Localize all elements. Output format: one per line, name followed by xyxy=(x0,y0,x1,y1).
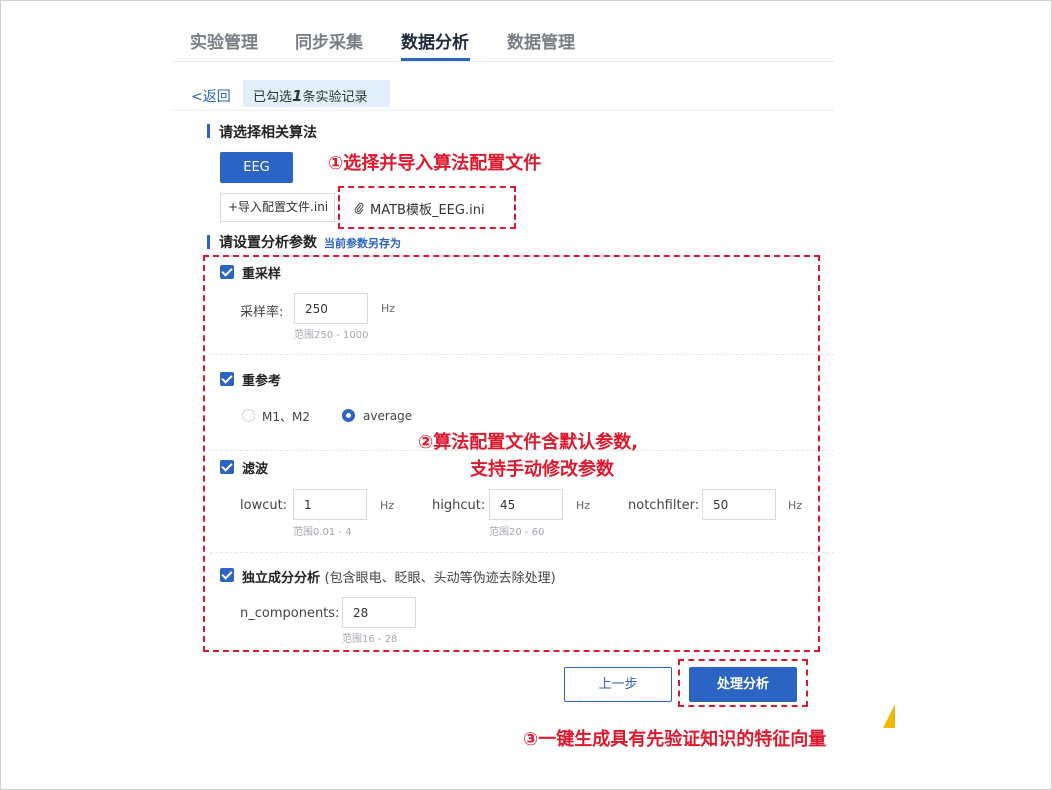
annotation-box-file xyxy=(338,186,516,229)
import-config-button[interactable]: +导入配置文件.ini xyxy=(220,193,335,222)
annotation-step-2-line2: 支持手动修改参数 xyxy=(470,459,614,480)
tabs-divider xyxy=(172,61,834,62)
eeg-algorithm-button[interactable]: EEG xyxy=(220,152,293,183)
annotation-box-process xyxy=(678,659,808,707)
header-divider xyxy=(172,110,834,111)
tab-data-management[interactable]: 数据管理 xyxy=(507,28,575,53)
save-params-link[interactable]: 当前参数另存为 xyxy=(324,235,401,251)
section-marker xyxy=(207,235,210,249)
section-marker xyxy=(207,124,210,138)
previous-step-button[interactable]: 上一步 xyxy=(564,667,672,702)
tab-data-analysis[interactable]: 数据分析 xyxy=(401,28,469,53)
back-link[interactable]: <返回 xyxy=(191,86,231,106)
tab-experiment-management[interactable]: 实验管理 xyxy=(190,28,258,53)
annotation-step-1: ①选择并导入算法配置文件 xyxy=(328,153,542,174)
params-section-title: 请设置分析参数 xyxy=(219,235,317,251)
selection-badge: 已勾选1条实验记录 xyxy=(243,80,390,107)
selection-count: 1 xyxy=(292,87,303,105)
algorithm-section-title: 请选择相关算法 xyxy=(219,125,317,141)
tab-sync-acquisition[interactable]: 同步采集 xyxy=(295,28,363,53)
yellow-marker-shape xyxy=(883,704,895,728)
selection-suffix: 条实验记录 xyxy=(302,90,368,105)
annotation-step-3: ③一键生成具有先验证知识的特征向量 xyxy=(523,729,827,750)
selection-prefix: 已勾选 xyxy=(253,90,293,105)
annotation-step-2-line1: ②算法配置文件含默认参数, xyxy=(418,432,639,453)
